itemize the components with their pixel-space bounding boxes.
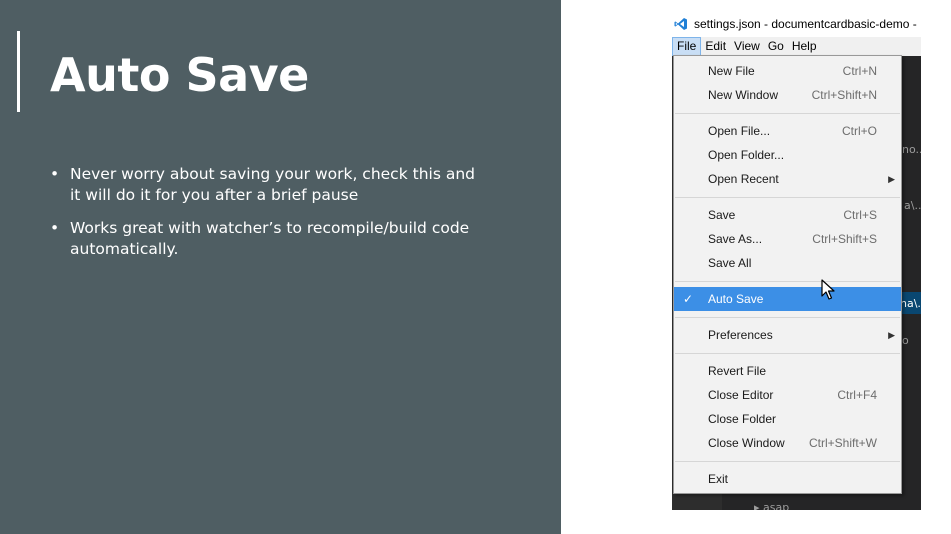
- bullet-item: • Never worry about saving your work, ch…: [50, 164, 480, 206]
- slide-panel: Auto Save • Never worry about saving you…: [0, 0, 561, 534]
- background-text: o: [902, 334, 909, 347]
- background-text: a\..: [904, 199, 921, 212]
- window-title: settings.json - documentcardbasic-demo -: [694, 17, 917, 31]
- menu-item-label: New File: [708, 64, 755, 78]
- menu-item-open-file[interactable]: Open File... Ctrl+O: [674, 119, 901, 143]
- menu-edit[interactable]: Edit: [701, 37, 730, 56]
- file-menu-dropdown: New File Ctrl+N New Window Ctrl+Shift+N Op…: [673, 55, 902, 494]
- submenu-arrow-icon: ▶: [888, 330, 895, 340]
- menu-item-label: Close Editor: [708, 388, 774, 402]
- menu-go[interactable]: Go: [764, 37, 788, 56]
- menu-item-shortcut: Ctrl+Shift+W: [808, 436, 877, 450]
- mouse-pointer-icon: [821, 279, 835, 300]
- menu-item-close-folder[interactable]: Close Folder: [674, 407, 901, 431]
- bullet-dot: •: [50, 165, 60, 183]
- background-text: no..: [902, 143, 921, 156]
- checkmark-icon: ✓: [683, 292, 694, 306]
- vscode-logo-icon: [674, 18, 687, 30]
- menu-file[interactable]: File: [672, 37, 702, 56]
- menu-item-label: Open Folder...: [708, 148, 785, 162]
- bullet-list: • Never worry about saving your work, ch…: [50, 164, 480, 272]
- menu-item-label: Save All: [708, 256, 752, 270]
- menu-item-shortcut: Ctrl+O: [841, 124, 877, 138]
- menu-item-save-as[interactable]: Save As... Ctrl+Shift+S: [674, 227, 901, 251]
- menu-item-exit[interactable]: Exit: [674, 467, 901, 491]
- menu-item-shortcut: Ctrl+N: [842, 64, 877, 78]
- menu-separator: [675, 461, 900, 462]
- menu-separator: [675, 113, 900, 114]
- menu-item-label: New Window: [708, 88, 779, 102]
- background-tree-label: asap: [763, 501, 790, 510]
- menu-item-shortcut: Ctrl+F4: [837, 388, 877, 402]
- menu-item-new-window[interactable]: New Window Ctrl+Shift+N: [674, 83, 901, 107]
- menu-item-new-file[interactable]: New File Ctrl+N: [674, 59, 901, 83]
- menu-item-close-window[interactable]: Close Window Ctrl+Shift+W: [674, 431, 901, 455]
- menu-item-shortcut: Ctrl+Shift+N: [811, 88, 877, 102]
- menu-separator: [675, 317, 900, 318]
- bullet-item: • Works great with watcher’s to recompil…: [50, 218, 480, 260]
- caret-right-icon: ▸: [754, 501, 760, 510]
- menu-item-open-recent[interactable]: Open Recent ▶: [674, 167, 901, 191]
- background-tree-item: ▸ asap: [754, 501, 789, 510]
- menu-item-label: Open File...: [708, 124, 771, 138]
- menu-item-open-folder[interactable]: Open Folder...: [674, 143, 901, 167]
- menu-bar: File Edit View Go Help: [672, 37, 921, 56]
- menu-item-label: Close Window: [708, 436, 785, 450]
- bullet-text: Works great with watcher’s to recompile/…: [70, 219, 470, 258]
- menu-item-preferences[interactable]: Preferences ▶: [674, 323, 901, 347]
- menu-item-label: Close Folder: [708, 412, 777, 426]
- menu-item-label: Save As...: [708, 232, 763, 246]
- window-titlebar: settings.json - documentcardbasic-demo -: [672, 12, 921, 37]
- menu-item-close-editor[interactable]: Close Editor Ctrl+F4: [674, 383, 901, 407]
- title-accent-bar: [17, 31, 20, 112]
- bullet-text: Never worry about saving your work, chec…: [70, 165, 475, 204]
- menu-item-auto-save[interactable]: ✓ Auto Save: [674, 287, 901, 311]
- menu-item-save-all[interactable]: Save All: [674, 251, 901, 275]
- slide-title: Auto Save: [50, 48, 309, 102]
- menu-item-save[interactable]: Save Ctrl+S: [674, 203, 901, 227]
- menu-item-label: Auto Save: [708, 292, 764, 306]
- menu-item-label: Exit: [708, 472, 729, 486]
- menu-item-shortcut: Ctrl+Shift+S: [812, 232, 877, 246]
- menu-separator: [675, 281, 900, 282]
- menu-view[interactable]: View: [730, 37, 764, 56]
- background-text: na\.: [900, 297, 921, 310]
- menu-item-label: Preferences: [708, 328, 773, 342]
- submenu-arrow-icon: ▶: [888, 174, 895, 184]
- menu-item-label: Revert File: [708, 364, 767, 378]
- menu-item-revert-file[interactable]: Revert File: [674, 359, 901, 383]
- bullet-dot: •: [50, 219, 60, 237]
- menu-item-label: Save: [708, 208, 736, 222]
- menu-separator: [675, 353, 900, 354]
- menu-item-label: Open Recent: [708, 172, 779, 186]
- menu-item-shortcut: Ctrl+S: [843, 208, 877, 222]
- menu-separator: [675, 197, 900, 198]
- menu-help[interactable]: Help: [788, 37, 821, 56]
